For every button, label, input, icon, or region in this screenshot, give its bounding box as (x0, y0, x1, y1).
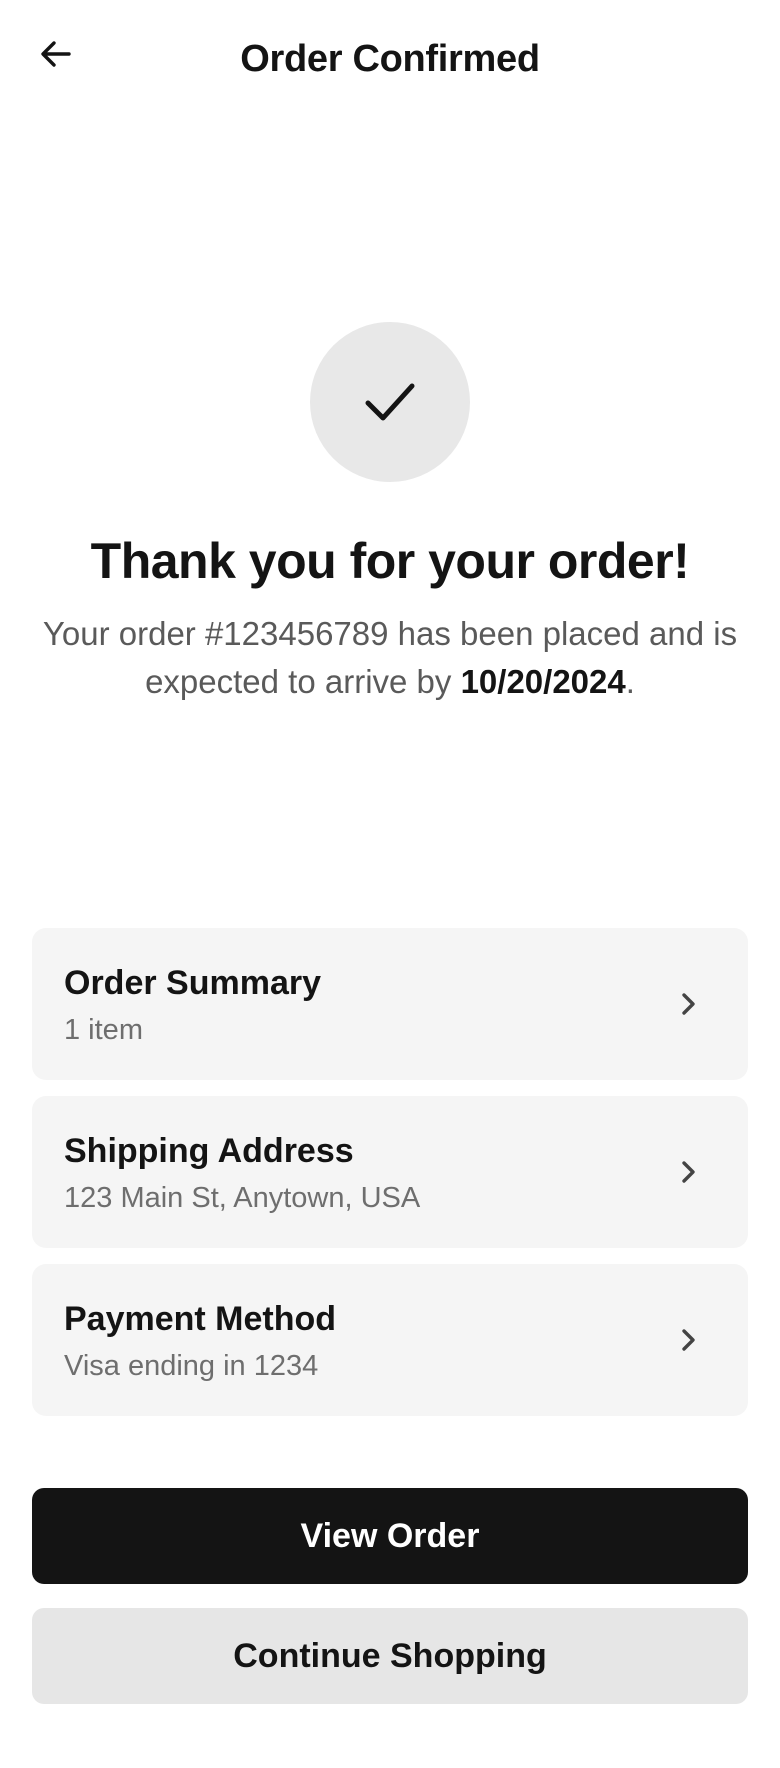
chevron-right-icon (668, 1320, 708, 1360)
delivery-date: 10/20/2024 (460, 663, 626, 700)
page-title: Order Confirmed (240, 38, 540, 80)
card-title: Payment Method (64, 1300, 337, 1338)
checkmark-icon (365, 383, 415, 421)
card-subtitle: 123 Main St, Anytown, USA (64, 1182, 421, 1214)
confirmation-message: Your order #123456789 has been placed an… (40, 610, 740, 706)
app-header: Order Confirmed (0, 0, 780, 124)
chevron-right-icon (668, 984, 708, 1024)
chevron-right-icon (668, 1152, 708, 1192)
card-title: Shipping Address (64, 1132, 354, 1170)
card-subtitle: Visa ending in 1234 (64, 1350, 319, 1382)
continue-shopping-button[interactable]: Continue Shopping (32, 1608, 748, 1704)
order-summary-card[interactable]: Order Summary 1 item (32, 928, 748, 1080)
confirmation-message-suffix: . (625, 663, 635, 700)
card-title: Order Summary (64, 964, 321, 1002)
thank-you-heading: Thank you for your order! (90, 533, 690, 589)
payment-method-card[interactable]: Payment Method Visa ending in 1234 (32, 1264, 748, 1416)
view-order-button[interactable]: View Order (32, 1488, 748, 1584)
card-subtitle: 1 item (64, 1014, 143, 1046)
shipping-address-card[interactable]: Shipping Address 123 Main St, Anytown, U… (32, 1096, 748, 1248)
success-badge (310, 322, 470, 482)
